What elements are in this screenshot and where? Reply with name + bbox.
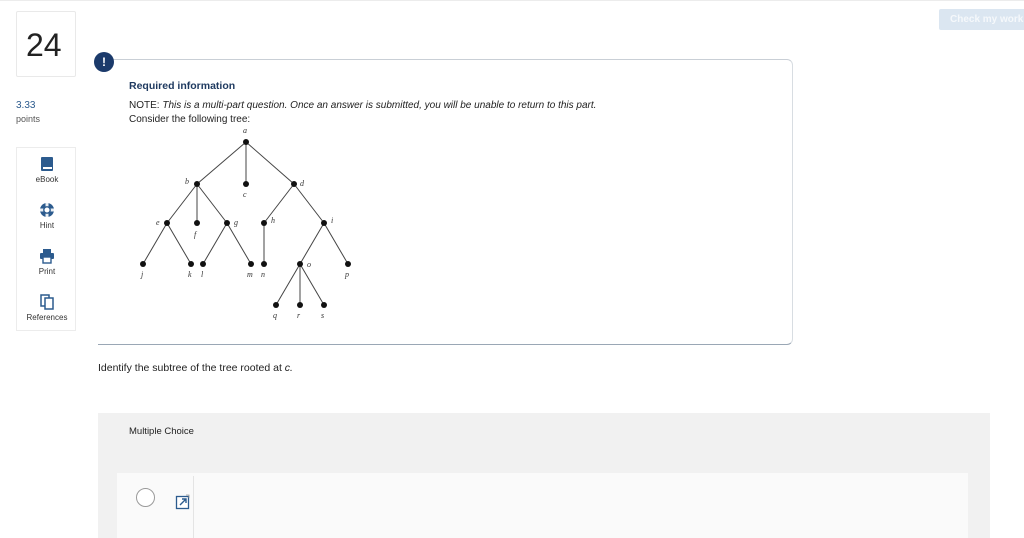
- note-body: This is a multi-part question. Once an a…: [162, 100, 597, 111]
- label-e: e: [156, 218, 160, 227]
- alert-icon: !: [94, 52, 114, 72]
- tool-print[interactable]: Print: [17, 248, 77, 276]
- label-k: k: [188, 270, 192, 279]
- prompt-text: Identify the subtree of the tree rooted …: [98, 362, 282, 374]
- node-f: [194, 220, 200, 226]
- external-image-icon[interactable]: [175, 494, 191, 510]
- tool-references[interactable]: References: [17, 294, 77, 322]
- label-s: s: [321, 311, 324, 320]
- question-prompt: Identify the subtree of the tree rooted …: [98, 362, 293, 374]
- node-m: [248, 261, 254, 267]
- lifebuoy-icon: [40, 203, 54, 217]
- node-c: [243, 181, 249, 187]
- node-r: [297, 302, 303, 308]
- node-d: [291, 181, 297, 187]
- question-number-box: 24: [16, 11, 76, 77]
- tool-ebook[interactable]: eBook: [17, 156, 77, 184]
- node-e: [164, 220, 170, 226]
- label-m: m: [247, 270, 253, 279]
- label-o: o: [307, 260, 311, 269]
- printer-icon: [40, 249, 54, 264]
- points-label: points: [16, 114, 41, 124]
- tool-label-references: References: [26, 313, 68, 322]
- choice-option-row: [117, 473, 968, 538]
- prompt-variable: c.: [284, 362, 293, 374]
- node-i: [321, 220, 327, 226]
- note-text: NOTE: This is a multi-part question. Onc…: [129, 100, 596, 111]
- label-h: h: [271, 216, 275, 225]
- choice-divider: [193, 476, 194, 538]
- multiple-choice-label: Multiple Choice: [129, 426, 194, 437]
- node-g: [224, 220, 230, 226]
- label-d: d: [300, 179, 305, 188]
- tool-label-ebook: eBook: [35, 175, 59, 184]
- node-p: [345, 261, 351, 267]
- points-value: 3.33: [16, 100, 36, 111]
- node-j: [140, 261, 146, 267]
- top-divider: [0, 0, 1024, 1]
- node-a: [243, 139, 249, 145]
- label-l: l: [201, 270, 204, 279]
- label-n: n: [261, 270, 265, 279]
- node-n: [261, 261, 267, 267]
- tool-label-print: Print: [38, 267, 56, 276]
- label-r: r: [297, 311, 301, 320]
- note-prefix: NOTE:: [129, 100, 160, 111]
- node-o: [297, 261, 303, 267]
- check-my-work-button[interactable]: Check my work: [939, 9, 1024, 30]
- book-icon: [41, 157, 53, 171]
- choice-radio[interactable]: [136, 488, 155, 507]
- tools-panel: eBook Hint Print References: [16, 147, 76, 331]
- label-p: p: [344, 270, 349, 279]
- node-b: [194, 181, 200, 187]
- label-j: j: [140, 270, 144, 279]
- node-h: [261, 220, 267, 226]
- label-c: c: [243, 190, 247, 199]
- label-g: g: [234, 218, 238, 227]
- node-k: [188, 261, 194, 267]
- label-a: a: [243, 126, 247, 135]
- label-b: b: [185, 177, 189, 186]
- tree-diagram: a b c d e f g h i j k l m n o p q r s: [140, 126, 351, 320]
- tool-hint[interactable]: Hint: [17, 202, 77, 230]
- label-q: q: [273, 311, 277, 320]
- node-l: [200, 261, 206, 267]
- question-number: 24: [26, 27, 62, 63]
- node-q: [273, 302, 279, 308]
- node-s: [321, 302, 327, 308]
- documents-icon: [40, 294, 54, 310]
- tool-label-hint: Hint: [39, 221, 55, 230]
- label-f: f: [194, 230, 198, 239]
- label-i: i: [331, 216, 333, 225]
- required-information-title: Required information: [129, 80, 236, 92]
